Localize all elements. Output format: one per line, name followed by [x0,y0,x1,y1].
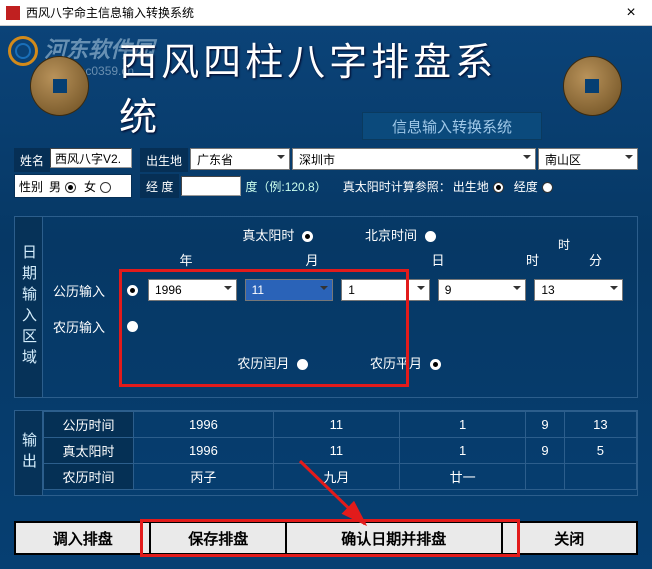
gongli-label: 公历输入 [53,281,123,300]
coin-left-icon [30,56,89,116]
table-row: 公历时间1996111913 [44,412,637,438]
info-system-button[interactable]: 信息输入转换系统 [362,112,542,140]
output-tab: 输出 [15,411,43,495]
window-title: 西风八字命主信息输入转换系统 [26,4,616,21]
month-select[interactable]: 11 [245,279,334,301]
table-row: 真太阳时199611195 [44,438,637,464]
close-icon[interactable]: × [616,4,646,22]
date-input-area-tab: 日期输入区域 [15,217,43,397]
gender-female[interactable]: 女 [84,178,113,195]
longitude-input[interactable] [181,176,241,196]
app-icon [6,6,20,20]
gender-label: 性别 [19,178,43,195]
name-input[interactable] [50,148,132,168]
ref-place[interactable]: 出生地 [453,178,506,195]
gongli-radio[interactable] [127,285,138,296]
hour-select[interactable]: 9 [438,279,527,301]
day-select[interactable]: 1 [341,279,430,301]
province-select[interactable]: 广东省 [190,148,290,170]
district-select[interactable]: 南山区 [538,148,638,170]
ref-lon[interactable]: 经度 [514,178,555,195]
coin-right-icon [563,56,622,116]
save-button[interactable]: 保存排盘 [151,521,286,555]
nongli-radio[interactable] [127,321,138,332]
nongli-label: 农历输入 [53,317,123,336]
longitude-label: 经 度 [140,174,179,198]
leap-month[interactable]: 农历闰月 [237,353,310,372]
mode-beijing[interactable]: 北京时间 [365,225,438,244]
solar-ref-label: 真太阳时计算参照： [343,178,451,195]
minute-select[interactable]: 13 [534,279,623,301]
confirm-button[interactable]: 确认日期并排盘 [287,521,503,555]
deg-hint: 度（例:120.8） [245,178,326,195]
table-row: 农历时间丙子九月廿一 [44,464,637,490]
close-button[interactable]: 关闭 [503,521,638,555]
gender-male[interactable]: 男 [49,178,78,195]
name-label: 姓名 [14,148,50,172]
mode-solar[interactable]: 真太阳时 [242,225,315,244]
output-table: 公历时间1996111913 真太阳时199611195 农历时间丙子九月廿一 [43,411,637,490]
load-button[interactable]: 调入排盘 [14,521,151,555]
flat-month[interactable]: 农历平月 [370,353,443,372]
birthplace-label: 出生地 [140,148,188,172]
year-select[interactable]: 1996 [148,279,237,301]
city-select[interactable]: 深圳市 [292,148,536,170]
